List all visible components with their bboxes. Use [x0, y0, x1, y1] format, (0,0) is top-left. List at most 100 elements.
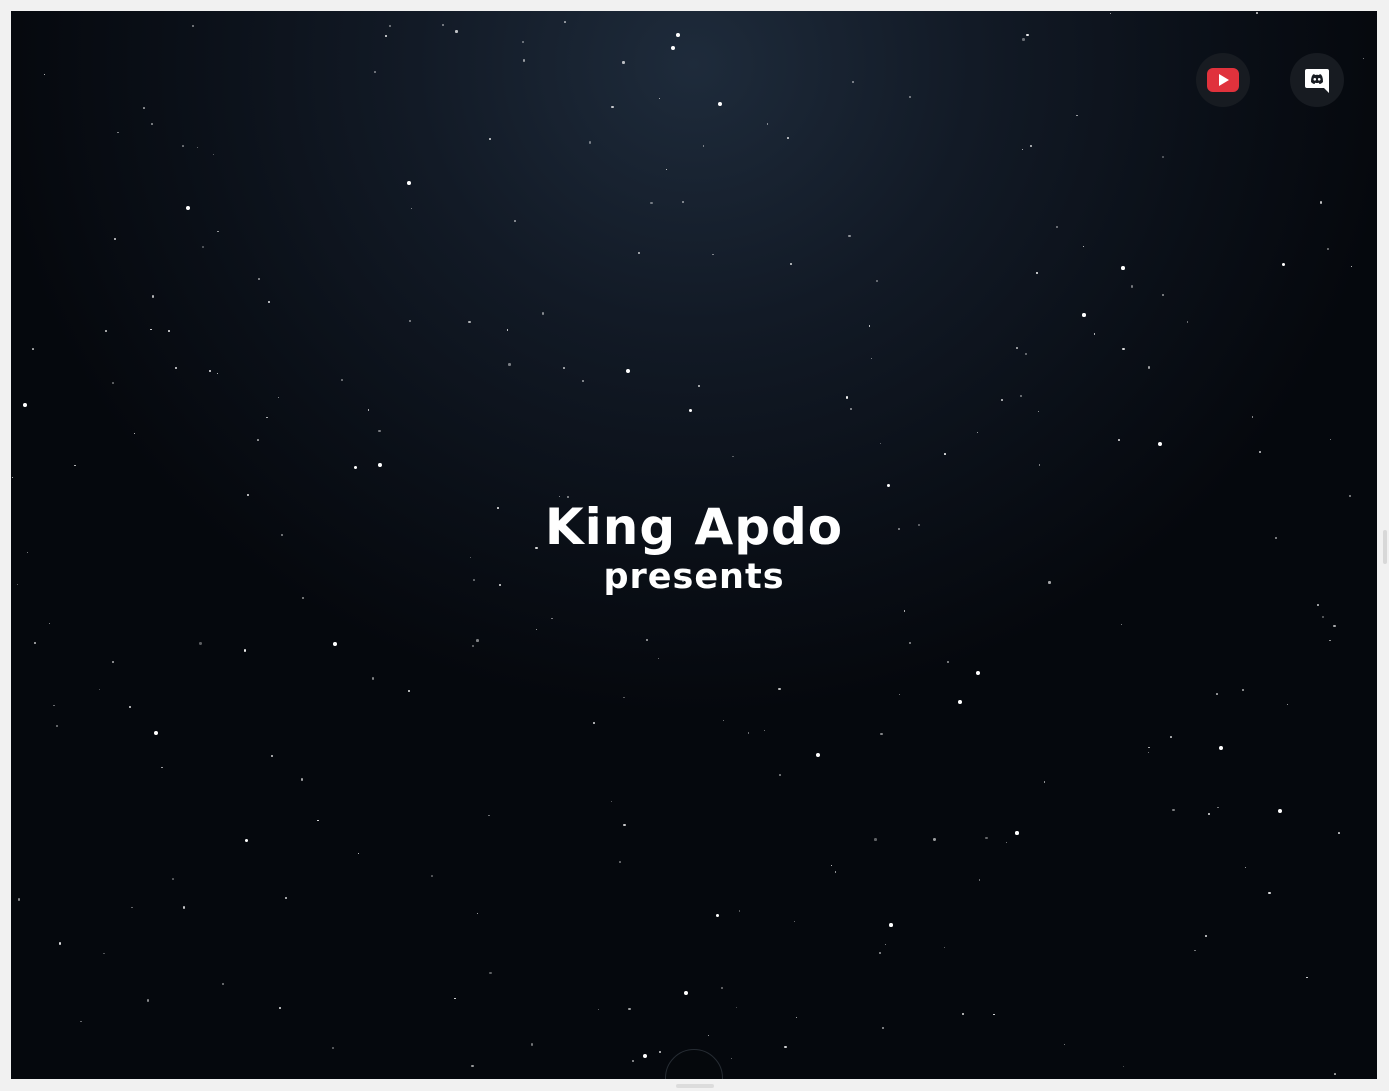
star: [332, 1047, 335, 1049]
star: [1326, 248, 1330, 251]
star: [1036, 272, 1038, 274]
star: [790, 262, 793, 265]
star: [638, 251, 641, 254]
star: [880, 732, 883, 735]
star: [103, 952, 105, 955]
star: [154, 731, 159, 736]
star: [161, 766, 163, 769]
star: [388, 25, 392, 28]
star: [628, 1007, 631, 1011]
star: [530, 1043, 534, 1046]
star: [506, 329, 509, 331]
star: [212, 153, 215, 156]
star: [747, 732, 750, 734]
star: [581, 380, 584, 383]
star: [217, 372, 219, 375]
star: [643, 1054, 647, 1058]
starfield-page: King Apdo presents: [11, 11, 1377, 1079]
star: [17, 898, 20, 901]
star: [208, 369, 212, 373]
star: [1161, 155, 1164, 158]
hero-subtitle: presents: [603, 557, 785, 597]
star: [1093, 333, 1096, 336]
star: [702, 145, 705, 147]
star: [1251, 416, 1254, 418]
star: [476, 639, 479, 642]
star: [1110, 13, 1112, 15]
star: [1170, 736, 1172, 738]
star: [74, 464, 77, 467]
star: [722, 719, 725, 722]
star: [1334, 1073, 1336, 1076]
star: [1016, 347, 1019, 349]
star: [378, 463, 382, 467]
star: [302, 596, 305, 599]
star: [385, 35, 388, 38]
star: [258, 277, 261, 280]
star: [1147, 752, 1149, 754]
star: [1025, 33, 1029, 37]
star: [993, 1013, 996, 1016]
star: [787, 136, 790, 139]
star: [958, 700, 962, 704]
youtube-icon: [1207, 68, 1239, 92]
star: [489, 138, 492, 141]
star: [671, 46, 676, 51]
star: [147, 999, 150, 1002]
star: [588, 141, 592, 144]
star: [514, 220, 517, 222]
star: [199, 642, 202, 645]
star: [1317, 604, 1319, 606]
star: [778, 688, 781, 691]
star: [1329, 438, 1332, 441]
star: [1038, 464, 1041, 467]
star: [1282, 263, 1286, 267]
star: [408, 319, 412, 323]
star: [1063, 1043, 1065, 1045]
star: [1172, 808, 1175, 812]
star: [217, 230, 219, 233]
star: [277, 396, 279, 399]
star: [1130, 285, 1134, 288]
star: [1147, 366, 1151, 370]
star: [1255, 12, 1258, 15]
star: [541, 312, 545, 315]
discord-icon: [1305, 69, 1329, 93]
star: [946, 660, 949, 663]
star: [779, 774, 782, 777]
scrollbar-handle[interactable]: [1383, 530, 1387, 564]
star: [1025, 352, 1028, 355]
star: [257, 439, 259, 441]
star: [1082, 245, 1084, 247]
star: [564, 21, 566, 24]
star: [1122, 1065, 1125, 1068]
star: [1019, 394, 1022, 397]
star: [1322, 616, 1324, 618]
star: [1148, 747, 1150, 749]
star: [881, 1026, 885, 1029]
star: [681, 200, 684, 204]
star: [267, 300, 270, 304]
star: [407, 181, 411, 185]
star: [191, 24, 195, 27]
star: [666, 169, 668, 171]
star: [266, 416, 268, 419]
discord-button[interactable]: [1290, 53, 1344, 107]
star: [371, 677, 375, 680]
star: [271, 754, 274, 757]
star: [793, 921, 796, 923]
star: [1350, 265, 1352, 267]
youtube-button[interactable]: [1196, 53, 1250, 107]
star: [632, 1060, 635, 1063]
star: [407, 689, 411, 693]
star: [431, 875, 433, 877]
star: [168, 330, 171, 332]
star: [1029, 144, 1033, 148]
star: [182, 145, 184, 147]
star: [23, 403, 27, 407]
star: [508, 363, 511, 366]
star: [874, 838, 877, 841]
star: [1216, 693, 1218, 695]
star: [105, 329, 108, 332]
star: [43, 74, 45, 76]
